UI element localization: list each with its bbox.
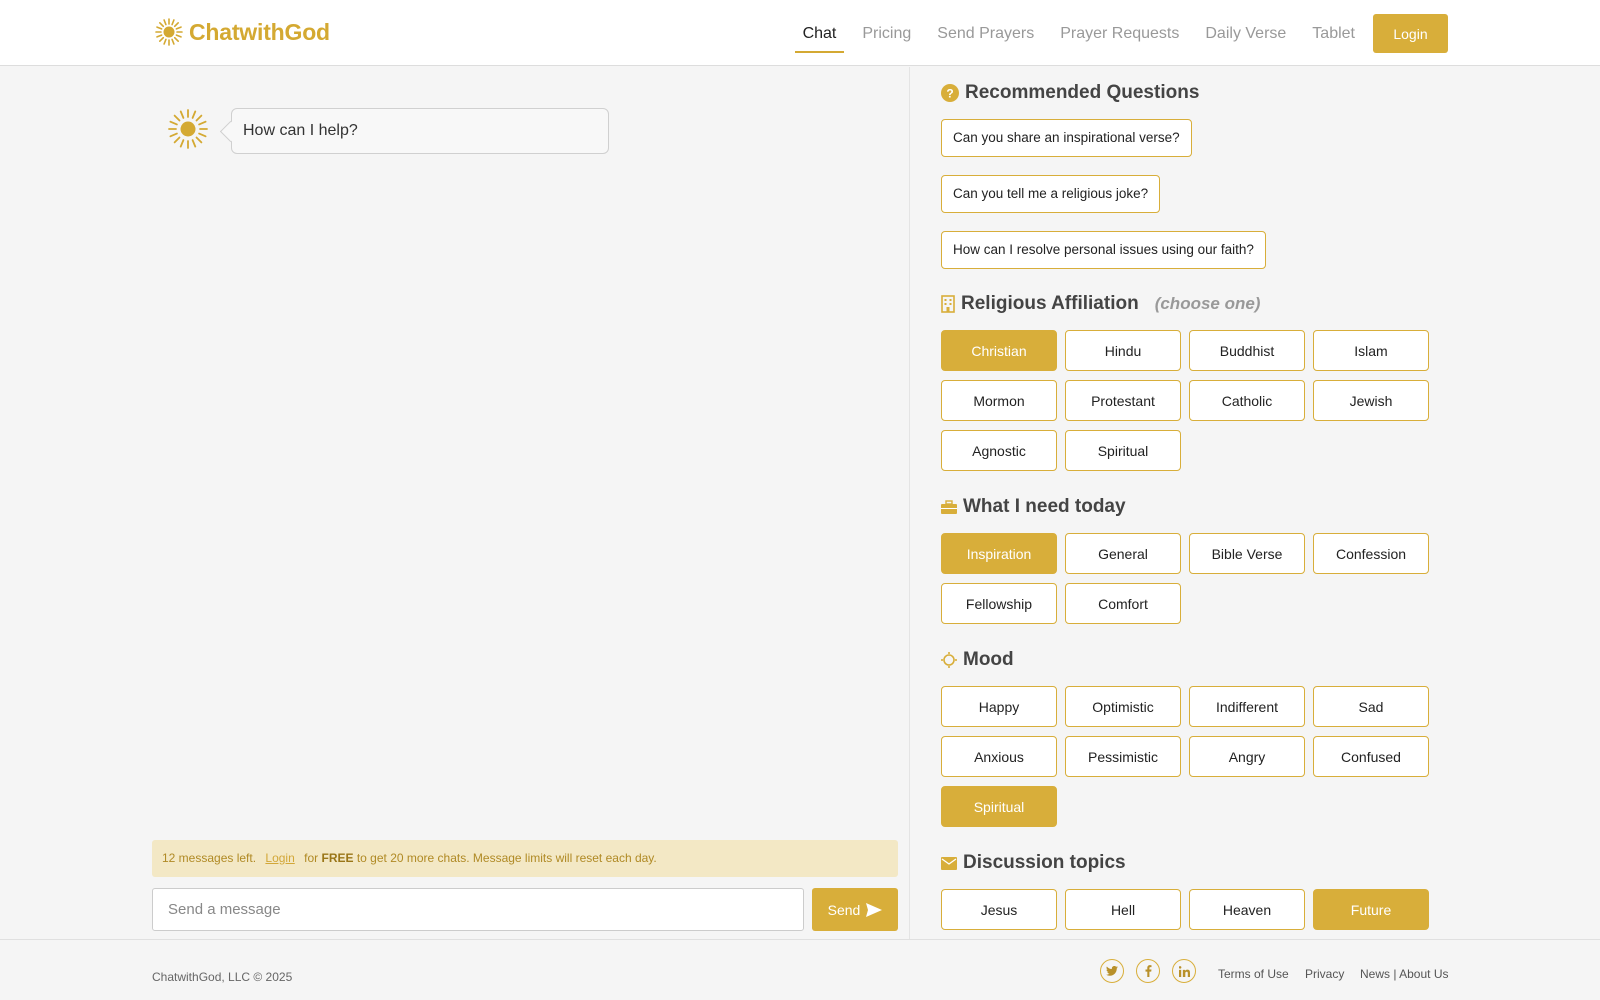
privacy-link[interactable]: Privacy — [1305, 967, 1344, 981]
topic-option[interactable]: Heaven — [1189, 889, 1305, 930]
mood-option[interactable]: Indifferent — [1189, 686, 1305, 727]
mood-heading: Mood — [941, 649, 1014, 671]
terms-link[interactable]: Terms of Use — [1218, 967, 1289, 981]
brand-logo[interactable]: ChatwithGod — [155, 18, 330, 46]
nav-prayer-requests[interactable]: Prayer Requests — [1060, 15, 1179, 53]
question-religious-joke[interactable]: Can you tell me a religious joke? — [941, 175, 1161, 213]
messages-left-text: 12 messages left. — [162, 851, 257, 865]
nav-pricing[interactable]: Pricing — [862, 15, 911, 53]
topics-heading: Discussion topics — [941, 852, 1126, 874]
notice-free-text: FREE — [321, 851, 354, 865]
page-footer: ChatwithGod, LLC © 2025 Terms of Use Pri… — [0, 939, 1600, 1000]
need-heading: What I need today — [941, 496, 1126, 518]
twitter-icon[interactable] — [1100, 959, 1124, 983]
mood-option[interactable]: Confused — [1313, 736, 1429, 777]
need-options: Inspiration General Bible Verse Confessi… — [941, 533, 1431, 624]
affiliation-option[interactable]: Christian — [941, 330, 1057, 371]
bot-message-bubble: How can I help? — [231, 108, 609, 154]
affiliation-heading: Religious Affiliation (choose one) — [941, 293, 1260, 315]
news-about-link[interactable]: News | About Us — [1360, 967, 1449, 981]
recommended-questions-heading: ? Recommended Questions — [941, 82, 1199, 104]
send-button[interactable]: Send — [812, 888, 898, 931]
briefcase-icon — [941, 500, 957, 514]
affiliation-option[interactable]: Protestant — [1065, 380, 1181, 421]
message-limit-notice: 12 messages left. Login for FREE to get … — [152, 840, 898, 877]
mood-sun-icon — [941, 652, 957, 668]
mood-option[interactable]: Anxious — [941, 736, 1057, 777]
svg-text:?: ? — [946, 87, 953, 101]
brand-name: ChatwithGod — [189, 18, 330, 45]
nav-send-prayers[interactable]: Send Prayers — [937, 15, 1034, 53]
mood-option[interactable]: Optimistic — [1065, 686, 1181, 727]
message-input[interactable] — [152, 888, 804, 931]
building-icon — [941, 295, 955, 313]
mood-option[interactable]: Happy — [941, 686, 1057, 727]
main-nav: Chat Pricing Send Prayers Prayer Request… — [777, 14, 1448, 53]
sun-logo-icon — [155, 18, 183, 46]
affiliation-title: Religious Affiliation — [961, 293, 1139, 314]
mood-option[interactable]: Angry — [1189, 736, 1305, 777]
send-label: Send — [827, 901, 861, 918]
login-button[interactable]: Login — [1373, 14, 1448, 53]
send-arrow-icon — [866, 902, 883, 917]
mood-option[interactable]: Pessimistic — [1065, 736, 1181, 777]
nav-daily-verse[interactable]: Daily Verse — [1205, 15, 1286, 53]
top-nav-bar: ChatwithGod Chat Pricing Send Prayers Pr… — [0, 0, 1600, 66]
mood-option[interactable]: Spiritual — [941, 786, 1057, 827]
notice-login-link[interactable]: Login — [265, 851, 294, 865]
linkedin-icon[interactable] — [1172, 959, 1196, 983]
question-icon: ? — [941, 84, 959, 102]
need-option[interactable]: General — [1065, 533, 1181, 574]
nav-chat[interactable]: Chat — [794, 15, 845, 53]
mood-title: Mood — [963, 649, 1014, 670]
envelope-icon — [941, 856, 957, 870]
affiliation-option[interactable]: Jewish — [1313, 380, 1429, 421]
notice-for-text: for — [304, 851, 319, 865]
need-option[interactable]: Bible Verse — [1189, 533, 1305, 574]
question-inspirational-verse[interactable]: Can you share an inspirational verse? — [941, 119, 1192, 157]
topics-title: Discussion topics — [963, 852, 1126, 873]
recommended-title: Recommended Questions — [965, 82, 1200, 103]
affiliation-option[interactable]: Spiritual — [1065, 430, 1181, 471]
affiliation-option[interactable]: Islam — [1313, 330, 1429, 371]
need-option[interactable]: Fellowship — [941, 583, 1057, 624]
mood-option[interactable]: Sad — [1313, 686, 1429, 727]
nav-tablet[interactable]: Tablet — [1312, 15, 1355, 53]
affiliation-hint: (choose one) — [1154, 294, 1261, 313]
mood-options: Happy Optimistic Indifferent Sad Anxious… — [941, 686, 1431, 827]
column-divider — [909, 67, 910, 939]
topic-option[interactable]: Jesus — [941, 889, 1057, 930]
affiliation-option[interactable]: Catholic — [1189, 380, 1305, 421]
need-option[interactable]: Confession — [1313, 533, 1429, 574]
copyright-text: ChatwithGod, LLC © 2025 — [152, 970, 293, 984]
topics-options: Jesus Hell Heaven Future — [941, 889, 1431, 930]
affiliation-options: Christian Hindu Buddhist Islam Mormon Pr… — [941, 330, 1431, 471]
question-personal-issues[interactable]: How can I resolve personal issues using … — [941, 231, 1266, 269]
affiliation-option[interactable]: Mormon — [941, 380, 1057, 421]
affiliation-option[interactable]: Buddhist — [1189, 330, 1305, 371]
need-title: What I need today — [963, 496, 1126, 517]
need-option[interactable]: Comfort — [1065, 583, 1181, 624]
need-option[interactable]: Inspiration — [941, 533, 1057, 574]
topic-option[interactable]: Hell — [1065, 889, 1181, 930]
notice-suffix-text: to get 20 more chats. Message limits wil… — [356, 851, 657, 865]
topic-option[interactable]: Future — [1313, 889, 1429, 930]
affiliation-option[interactable]: Hindu — [1065, 330, 1181, 371]
bot-sun-avatar-icon — [168, 109, 208, 149]
facebook-icon[interactable] — [1136, 959, 1160, 983]
affiliation-option[interactable]: Agnostic — [941, 430, 1057, 471]
